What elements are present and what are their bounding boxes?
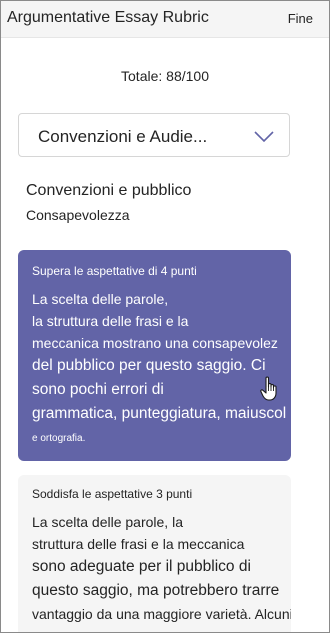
level-heading: Soddisfa le aspettative 3 punti — [32, 487, 193, 501]
description-line: grammatica, punteggiatura, maiuscol — [32, 405, 287, 422]
level-card-meets[interactable]: Soddisfa le aspettative 3 punti La scelt… — [18, 475, 291, 632]
description-line: questo saggio, ma potrebbero trarre — [32, 582, 280, 599]
description-line: sono pochi errori di — [32, 381, 164, 398]
description-line: e ortografia. — [32, 433, 86, 444]
description-line: meccanica mostrano una consapevolez — [32, 335, 278, 351]
description-line: del pubblico per questo saggio. Ci — [32, 357, 266, 374]
level-heading: Supera le aspettative di 4 punti — [32, 264, 197, 278]
description-line: la struttura delle frasi e la — [32, 313, 189, 329]
description-line: La scelta delle parole, — [32, 291, 169, 307]
level-description: La scelta delle parole, la struttura del… — [32, 511, 291, 625]
app-window: Argumentative Essay Rubric Fine Totale: … — [0, 0, 330, 633]
done-button[interactable]: Fine — [288, 11, 313, 26]
description-line: La scelta delle parole, la — [32, 514, 183, 530]
hand-pointer-icon — [260, 376, 277, 401]
total-score: Totale: 88/100 — [121, 68, 209, 84]
description-line: vantaggio da una maggiore varietà. Alcun… — [32, 606, 291, 622]
dropdown-selected-value: Convenzioni e Audie... — [38, 127, 208, 146]
criterion-dropdown[interactable]: Convenzioni e Audie... — [18, 113, 290, 157]
header-bar: Argumentative Essay Rubric Fine — [1, 1, 329, 38]
level-description: La scelta delle parole, la struttura del… — [32, 288, 291, 452]
level-card-exceeds[interactable]: Supera le aspettative di 4 punti La scel… — [18, 250, 291, 461]
chevron-down-icon — [254, 131, 274, 143]
criterion-title: Convenzioni e pubblico — [26, 182, 192, 199]
criterion-subtitle: Consapevolezza — [26, 207, 130, 223]
rubric-title: Argumentative Essay Rubric — [7, 9, 209, 26]
description-line: sono adeguate per il pubblico di — [32, 558, 251, 575]
description-line: struttura delle frasi e la meccanica — [32, 536, 245, 552]
